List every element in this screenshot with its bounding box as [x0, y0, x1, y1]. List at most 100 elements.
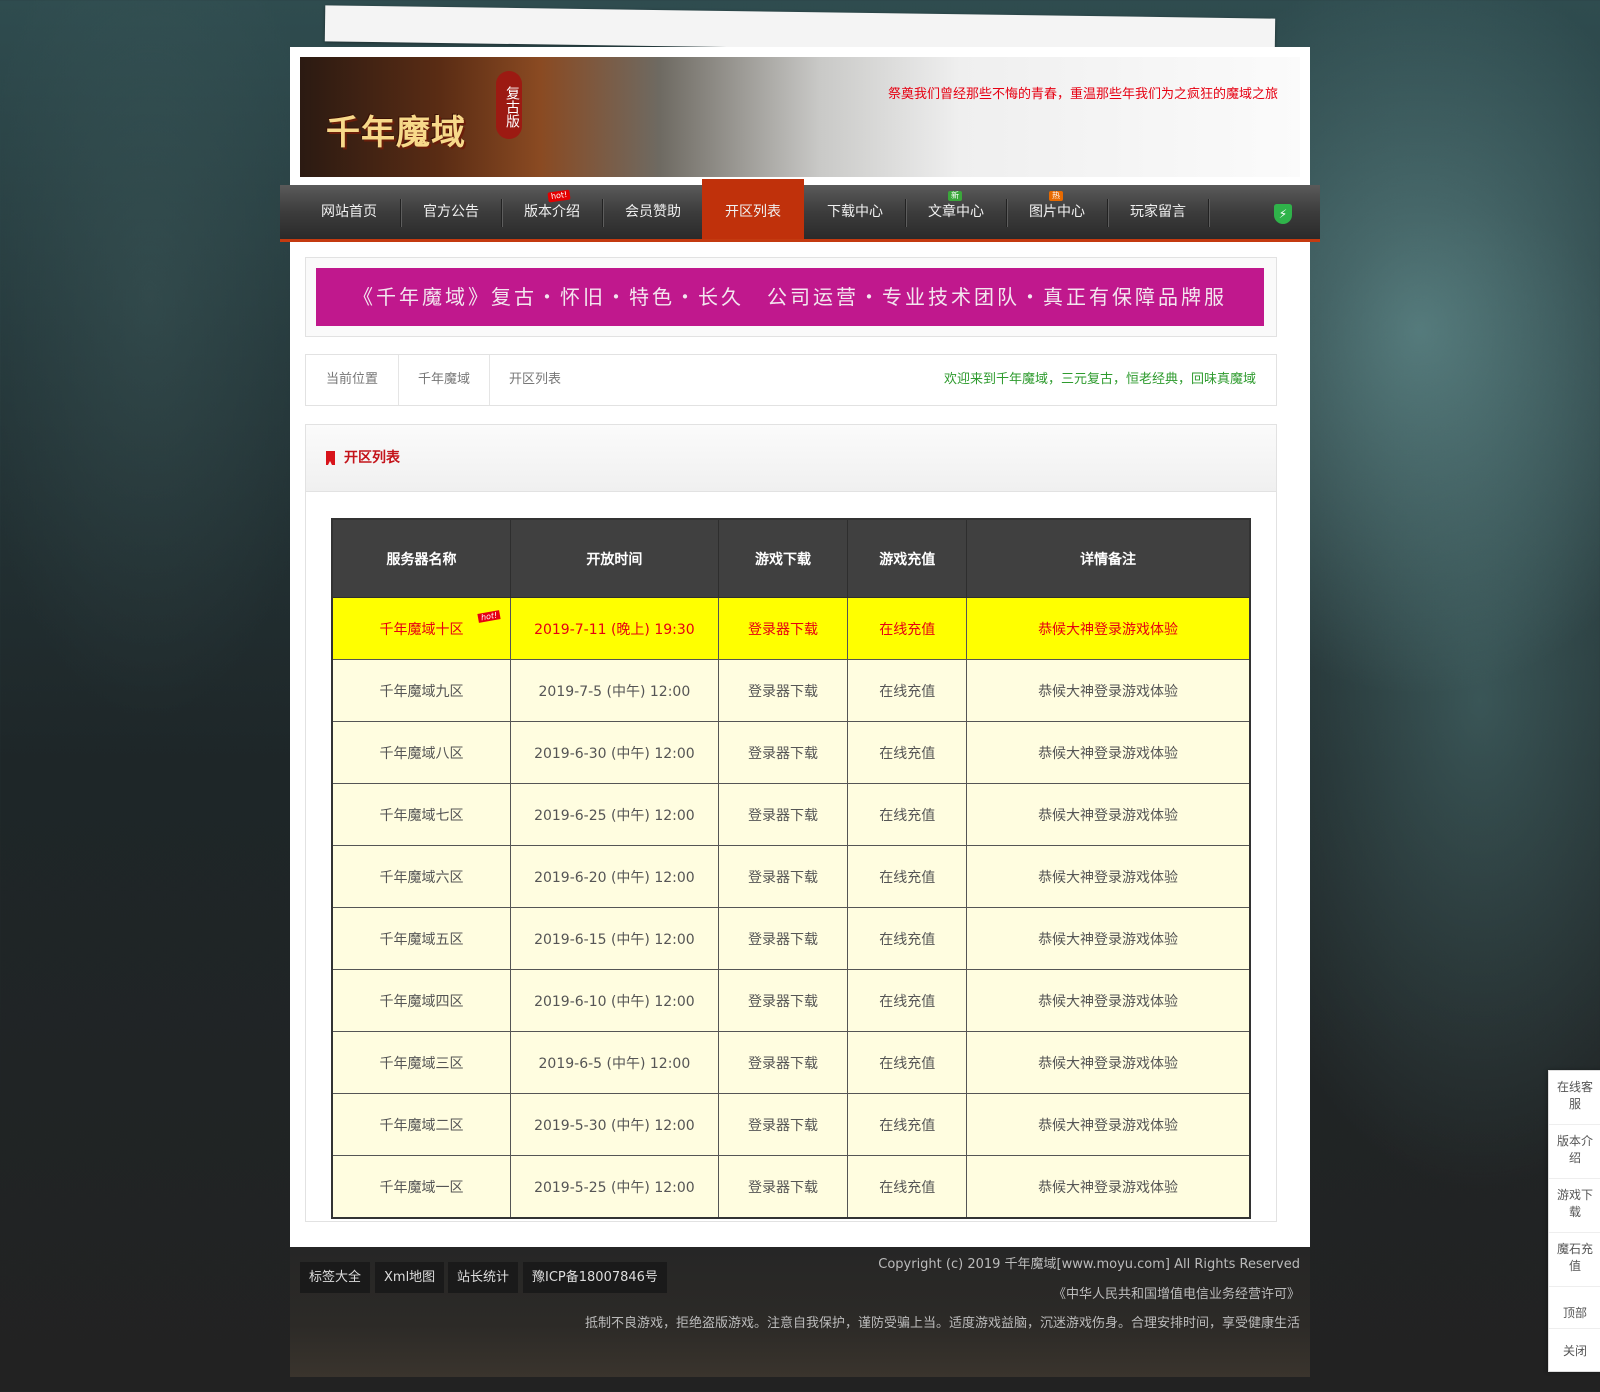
recharge-link[interactable]: 在线充值	[847, 597, 968, 660]
side-item-download[interactable]: 游戏下载	[1549, 1179, 1600, 1233]
side-item-recharge[interactable]: 魔石充值	[1549, 1233, 1600, 1287]
nav-item-home[interactable]: 网站首页	[298, 185, 400, 239]
recharge-link[interactable]: 在线充值	[847, 845, 968, 908]
floating-side-bar: 在线客服 版本介绍 游戏下载 魔石充值 顶部 关闭	[1548, 1070, 1600, 1372]
recharge-link[interactable]: 在线充值	[847, 1093, 968, 1156]
breadcrumb-current[interactable]: 开区列表	[489, 355, 581, 405]
open-time-cell-text: 2019-6-25 (中午) 12:00	[534, 807, 695, 824]
open-time-cell-text: 2019-7-11 (晚上) 19:30	[534, 621, 695, 638]
footer-link-tags[interactable]: 标签大全	[300, 1262, 371, 1293]
nav-item-version[interactable]: hot! 版本介绍	[501, 185, 603, 239]
download-link-text[interactable]: 登录器下载	[748, 1118, 818, 1134]
recharge-link-text[interactable]: 在线充值	[879, 1056, 935, 1072]
main-nav: 网站首页 官方公告 hot! 版本介绍 会员赞助 开区列表 下载中心 新 文章中…	[280, 179, 1320, 242]
download-link[interactable]: 登录器下载	[717, 783, 849, 846]
nav-label: 官方公告	[423, 204, 479, 220]
note-cell-text: 恭候大神登录游戏体验	[1038, 807, 1179, 824]
open-time-cell-text: 2019-6-15 (中午) 12:00	[534, 931, 695, 948]
side-item-customer-service[interactable]: 在线客服	[1549, 1071, 1600, 1125]
server-name-cell-text: 千年魔域二区	[379, 1117, 464, 1134]
note-cell: 恭候大神登录游戏体验	[966, 659, 1251, 722]
table-row: 千年魔域四区 2019-6-10 (中午) 12:00 登录器下载 在线充值 恭候大神登…	[331, 969, 1251, 1032]
download-link-text[interactable]: 登录器下载	[748, 684, 818, 700]
recharge-link[interactable]: 在线充值	[847, 659, 968, 722]
breadcrumb-label: 当前位置	[326, 372, 379, 387]
open-time-cell: 2019-6-10 (中午) 12:00	[510, 969, 719, 1032]
download-link-text[interactable]: 登录器下载	[748, 622, 818, 638]
footer-link-stats[interactable]: 站长统计	[448, 1262, 519, 1293]
download-link[interactable]: 登录器下载	[717, 721, 849, 784]
footer-link-xml-map[interactable]: Xml地图	[375, 1262, 445, 1293]
open-time-cell-text: 2019-6-5 (中午) 12:00	[538, 1055, 691, 1072]
download-link[interactable]: 登录器下载	[717, 1031, 849, 1094]
nav-label: 网站首页	[321, 204, 377, 220]
server-name-cell-text: 千年魔域一区	[379, 1179, 464, 1196]
shield-icon[interactable]: ⚡	[1274, 204, 1292, 224]
breadcrumb: 当前位置 千年魔域 开区列表 欢迎来到千年魔域，三元复古，恒老经典，回味真魔域	[305, 354, 1277, 406]
open-time-cell: 2019-6-30 (中午) 12:00	[510, 721, 719, 784]
recharge-link[interactable]: 在线充值	[847, 969, 968, 1032]
server-name-cell-text: 千年魔域十区	[379, 621, 464, 638]
server-name-cell: 千年魔域八区	[331, 721, 512, 784]
recharge-link-text[interactable]: 在线充值	[879, 746, 935, 762]
recharge-link[interactable]: 在线充值	[847, 1031, 968, 1094]
note-cell-text: 恭候大神登录游戏体验	[1038, 1055, 1179, 1072]
column-header-recharge: 游戏充值	[847, 518, 968, 598]
panel-title: 开区列表	[344, 450, 400, 466]
nav-item-server-list[interactable]: 开区列表	[702, 179, 804, 239]
server-name-cell: 千年魔域七区	[331, 783, 512, 846]
note-cell-text: 恭候大神登录游戏体验	[1038, 931, 1179, 948]
download-link-text[interactable]: 登录器下载	[748, 1056, 818, 1072]
nav-label: 文章中心	[928, 204, 984, 220]
recharge-link-text[interactable]: 在线充值	[879, 1180, 935, 1196]
recharge-link-text[interactable]: 在线充值	[879, 932, 935, 948]
download-link[interactable]: 登录器下载	[717, 845, 849, 908]
open-time-cell: 2019-6-5 (中午) 12:00	[510, 1031, 719, 1094]
recharge-link-text[interactable]: 在线充值	[879, 1118, 935, 1134]
nav-item-sponsor[interactable]: 会员赞助	[602, 185, 704, 239]
download-link-text[interactable]: 登录器下载	[748, 746, 818, 762]
server-list-panel: 开区列表 服务器名称 开放时间 游戏下载 游戏充值 详情备注 千年魔域十区 hot…	[305, 424, 1277, 1222]
download-link-text[interactable]: 登录器下载	[748, 870, 818, 886]
download-link-text[interactable]: 登录器下载	[748, 808, 818, 824]
footer-link-icp[interactable]: 豫ICP备18007846号	[523, 1262, 667, 1293]
download-link[interactable]: 登录器下载	[717, 969, 849, 1032]
nav-label: 会员赞助	[625, 204, 681, 220]
nav-item-images[interactable]: 热 图片中心	[1006, 185, 1108, 239]
server-name-cell: 千年魔域六区	[331, 845, 512, 908]
site-logo[interactable]: 千年魔域	[326, 105, 466, 154]
download-link-text[interactable]: 登录器下载	[748, 994, 818, 1010]
recharge-link[interactable]: 在线充值	[847, 907, 968, 970]
side-item-version[interactable]: 版本介绍	[1549, 1125, 1600, 1179]
download-link[interactable]: 登录器下载	[717, 907, 849, 970]
side-item-top[interactable]: 顶部	[1549, 1287, 1600, 1329]
nav-item-articles[interactable]: 新 文章中心	[905, 185, 1007, 239]
recharge-link-text[interactable]: 在线充值	[879, 808, 935, 824]
recharge-link[interactable]: 在线充值	[847, 1155, 968, 1219]
recharge-link[interactable]: 在线充值	[847, 783, 968, 846]
nav-item-announcements[interactable]: 官方公告	[400, 185, 502, 239]
recharge-link[interactable]: 在线充值	[847, 721, 968, 784]
nav-item-downloads[interactable]: 下载中心	[804, 185, 906, 239]
note-cell: 恭候大神登录游戏体验	[966, 1031, 1251, 1094]
download-link[interactable]: 登录器下载	[717, 659, 849, 722]
recharge-link-text[interactable]: 在线充值	[879, 870, 935, 886]
download-link-text[interactable]: 登录器下载	[748, 932, 818, 948]
download-link[interactable]: 登录器下载	[717, 597, 849, 660]
recharge-link-text[interactable]: 在线充值	[879, 994, 935, 1010]
ad-banner[interactable]: 《千年魔域》复古・怀旧・特色・长久 公司运营・专业技术团队・真正有保障品牌服	[316, 268, 1264, 326]
note-cell-text: 恭候大神登录游戏体验	[1038, 1117, 1179, 1134]
nav-item-guestbook[interactable]: 玩家留言	[1107, 185, 1209, 239]
download-link-text[interactable]: 登录器下载	[748, 1180, 818, 1196]
recharge-link-text[interactable]: 在线充值	[879, 684, 935, 700]
recharge-link-text[interactable]: 在线充值	[879, 622, 935, 638]
note-cell: 恭候大神登录游戏体验	[966, 597, 1251, 660]
download-link[interactable]: 登录器下载	[717, 1093, 849, 1156]
server-name-cell-text: 千年魔域六区	[379, 869, 464, 886]
breadcrumb-link-home[interactable]: 千年魔域	[398, 355, 490, 405]
table-row: 千年魔域三区 2019-6-5 (中午) 12:00 登录器下载 在线充值 恭候大神登录…	[331, 1031, 1251, 1094]
table-row: 千年魔域五区 2019-6-15 (中午) 12:00 登录器下载 在线充值 恭候大神登…	[331, 907, 1251, 970]
download-link[interactable]: 登录器下载	[717, 1155, 849, 1219]
side-item-close[interactable]: 关闭	[1549, 1329, 1600, 1371]
note-cell: 恭候大神登录游戏体验	[966, 907, 1251, 970]
